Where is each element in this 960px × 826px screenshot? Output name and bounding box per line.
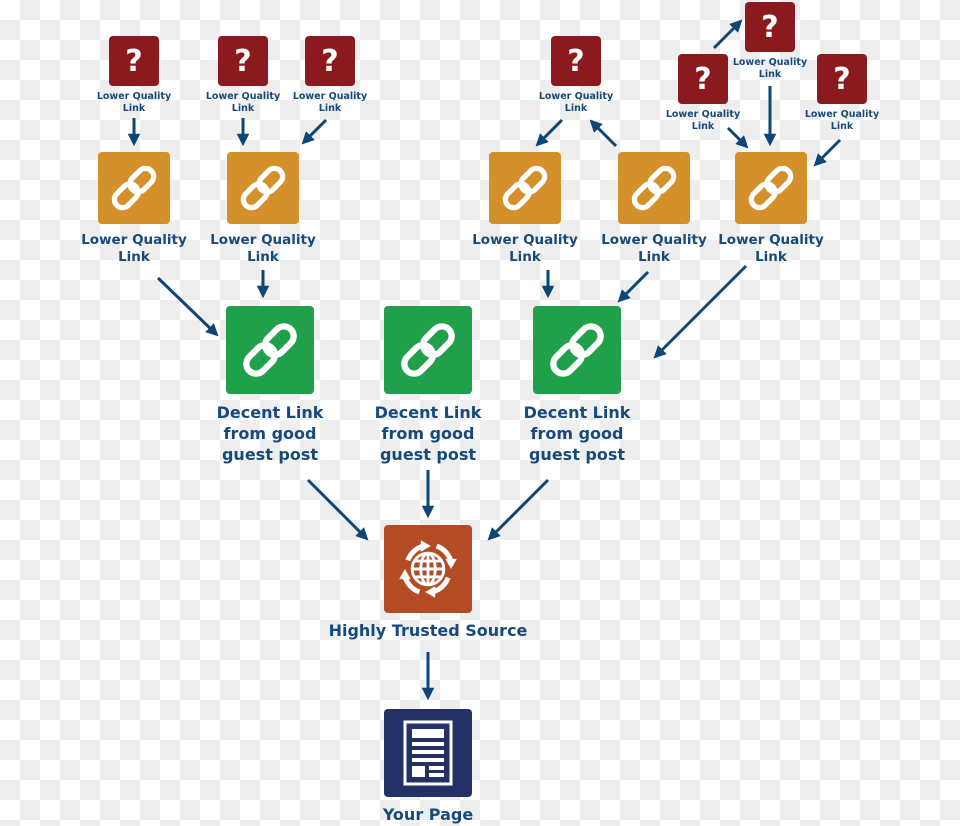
node-label: Lower Quality Link xyxy=(96,91,172,114)
chain-link-icon xyxy=(234,159,292,217)
chain-link-icon xyxy=(393,315,463,385)
node-label: Lower Quality Link xyxy=(292,91,368,114)
lower-quality-link-node: Lower Quality Link xyxy=(465,152,585,266)
question-icon: ? xyxy=(678,54,728,104)
document-icon xyxy=(403,720,453,786)
question-icon: ? xyxy=(551,36,601,86)
decent-link-node: Decent Link from good guest post xyxy=(200,306,340,465)
node-label: Lower Quality Link xyxy=(472,232,578,265)
chain-link-icon xyxy=(235,315,305,385)
node-label: Lower Quality Link xyxy=(538,91,614,114)
node-label: Highly Trusted Source xyxy=(328,621,528,640)
node-label: Lower Quality Link xyxy=(718,232,824,265)
decent-link-node: Decent Link from good guest post xyxy=(358,306,498,465)
node-label: Lower Quality Link xyxy=(205,91,281,114)
node-label: Lower Quality Link xyxy=(665,109,741,132)
unknown-link-node: ? Lower Quality Link xyxy=(89,36,179,115)
unknown-link-node: ? Lower Quality Link xyxy=(658,54,748,133)
unknown-link-node: ? Lower Quality Link xyxy=(797,54,887,133)
question-icon: ? xyxy=(109,36,159,86)
chain-link-icon xyxy=(742,159,800,217)
node-label: Lower Quality Link xyxy=(804,109,880,132)
your-page-node: Your Page xyxy=(308,709,548,825)
chain-link-icon xyxy=(625,159,683,217)
node-label: Lower Quality Link xyxy=(210,232,316,265)
question-icon: ? xyxy=(218,36,268,86)
lower-quality-link-node: Lower Quality Link xyxy=(594,152,714,266)
chain-link-icon xyxy=(496,159,554,217)
node-label: Lower Quality Link xyxy=(81,232,187,265)
question-icon: ? xyxy=(305,36,355,86)
node-label: Your Page xyxy=(382,805,474,824)
chain-link-icon xyxy=(542,315,612,385)
question-icon: ? xyxy=(817,54,867,104)
unknown-link-node: ? Lower Quality Link xyxy=(198,36,288,115)
node-label: Lower Quality Link xyxy=(601,232,707,265)
decent-link-node: Decent Link from good guest post xyxy=(507,306,647,465)
node-label: Decent Link from good guest post xyxy=(374,403,482,464)
trusted-source-node: Highly Trusted Source xyxy=(308,525,548,641)
question-icon: ? xyxy=(745,2,795,52)
lower-quality-link-node: Lower Quality Link xyxy=(203,152,323,266)
unknown-link-node: ? Lower Quality Link xyxy=(285,36,375,115)
chain-link-icon xyxy=(105,159,163,217)
node-label: Decent Link from good guest post xyxy=(523,403,631,464)
node-label: Decent Link from good guest post xyxy=(216,403,324,464)
lower-quality-link-node: Lower Quality Link xyxy=(74,152,194,266)
unknown-link-node: ? Lower Quality Link xyxy=(531,36,621,115)
lower-quality-link-node: Lower Quality Link xyxy=(711,152,831,266)
globe-cycle-icon xyxy=(399,540,457,598)
